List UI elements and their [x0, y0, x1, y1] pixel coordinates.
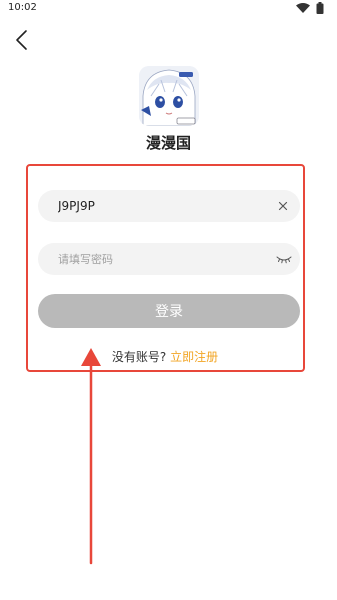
register-question: 没有账号?: [111, 350, 167, 364]
battery-icon: [316, 2, 324, 14]
login-form: 登录 没有账号? 立即注册: [26, 164, 305, 372]
wifi-icon: [296, 3, 310, 13]
status-bar: 10:02: [0, 0, 337, 16]
account-input[interactable]: [58, 190, 268, 222]
password-visibility-toggle[interactable]: [276, 254, 292, 264]
account-field: [38, 190, 300, 222]
back-button[interactable]: [10, 28, 34, 52]
chevron-left-icon: [16, 30, 27, 50]
annotation-arrow: [81, 348, 101, 565]
status-time: 10:02: [8, 2, 37, 13]
app-title: 漫漫国: [145, 134, 191, 152]
app-logo: [139, 66, 199, 126]
eye-closed-icon: [276, 256, 292, 264]
register-row: 没有账号? 立即注册: [28, 348, 302, 365]
login-button[interactable]: 登录: [38, 294, 300, 328]
password-field: [38, 243, 300, 275]
register-link[interactable]: 立即注册: [170, 350, 218, 364]
password-input[interactable]: [58, 243, 268, 275]
close-icon: [278, 201, 288, 211]
clear-account-button[interactable]: [276, 199, 290, 213]
